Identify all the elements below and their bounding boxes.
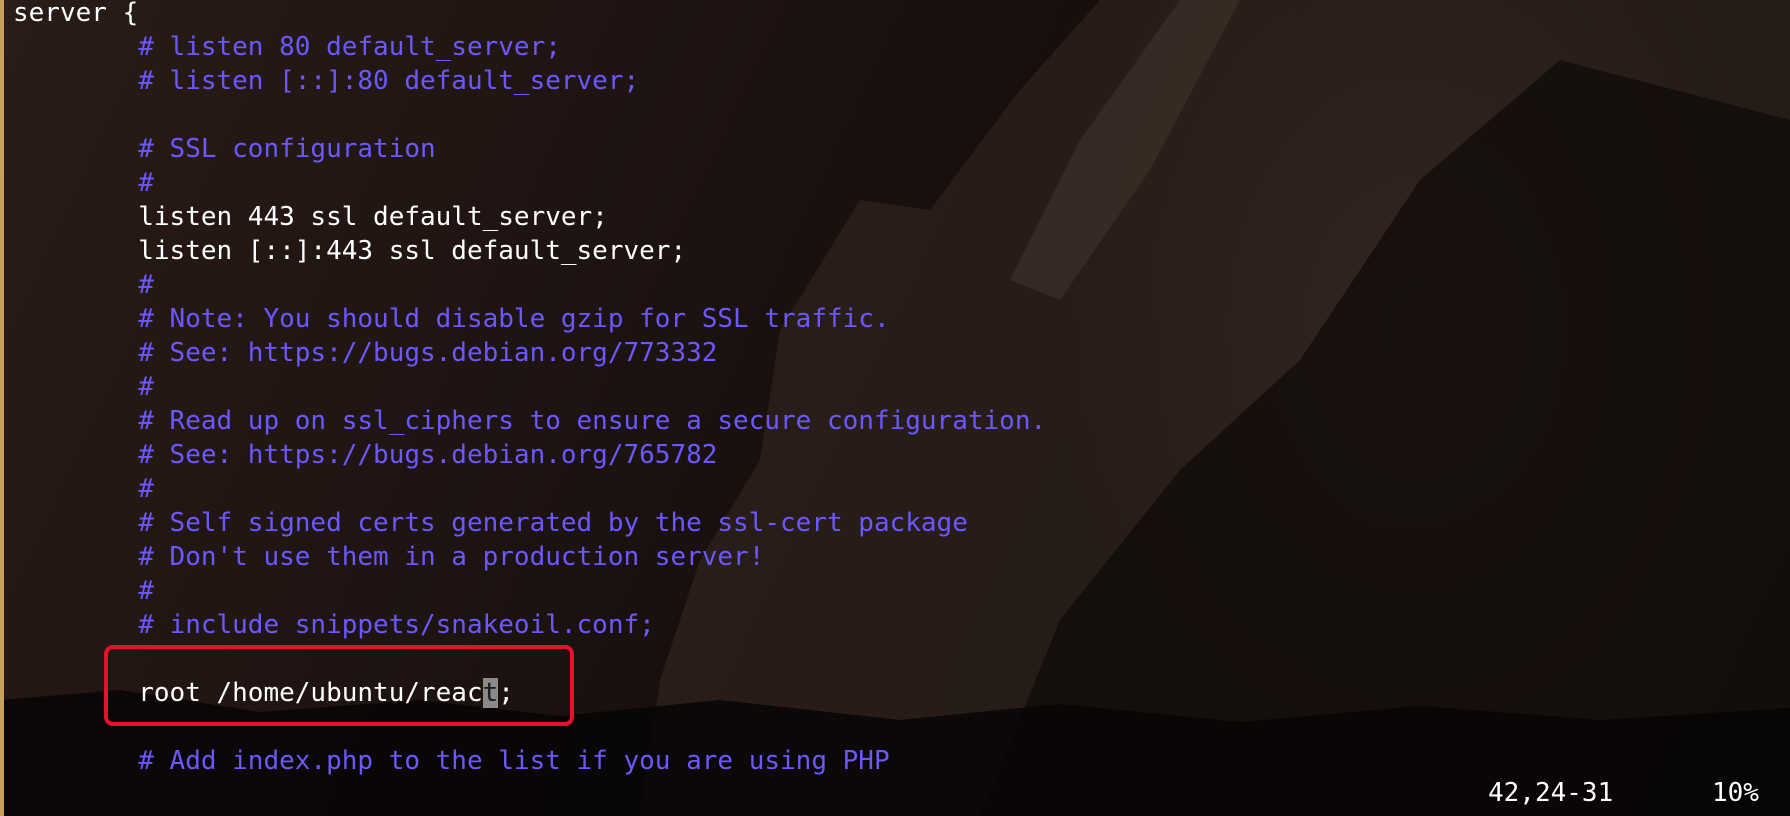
comment-line[interactable]: #: [13, 268, 1046, 302]
cursor-position-indicator: 42,24-31: [1488, 778, 1614, 808]
comment-line[interactable]: #: [13, 370, 1046, 404]
line-text: listen 443 ssl default_server;: [138, 202, 608, 232]
line-text: # See: https://bugs.debian.org/773332: [138, 338, 718, 368]
line-text: #: [138, 168, 154, 198]
code-line[interactable]: listen 443 ssl default_server;: [13, 200, 1046, 234]
line-text: listen [::]:443 ssl default_server;: [138, 236, 687, 266]
line-text: #: [138, 372, 154, 402]
comment-line[interactable]: #: [13, 472, 1046, 506]
scroll-percent-indicator: 10%: [1712, 778, 1759, 808]
comment-line[interactable]: # See: https://bugs.debian.org/765782: [13, 438, 1046, 472]
window-frame-edge: [0, 0, 4, 816]
line-text: # Self signed certs generated by the ssl…: [138, 508, 968, 538]
line-text: # Note: You should disable gzip for SSL …: [138, 304, 890, 334]
line-text: server {: [13, 0, 139, 28]
comment-line[interactable]: #: [13, 574, 1046, 608]
highlight-annotation-box: [104, 645, 574, 726]
line-text: # Read up on ssl_ciphers to ensure a sec…: [138, 406, 1047, 436]
line-text: #: [138, 270, 154, 300]
comment-line[interactable]: # See: https://bugs.debian.org/773332: [13, 336, 1046, 370]
comment-line[interactable]: # listen [::]:80 default_server;: [13, 64, 1046, 98]
comment-line[interactable]: # SSL configuration: [13, 132, 1046, 166]
code-line[interactable]: server {: [13, 0, 1046, 30]
code-line[interactable]: listen [::]:443 ssl default_server;: [13, 234, 1046, 268]
comment-line[interactable]: # Read up on ssl_ciphers to ensure a sec…: [13, 404, 1046, 438]
line-text: # listen 80 default_server;: [138, 32, 561, 62]
line-text: #: [138, 576, 154, 606]
line-text: # listen [::]:80 default_server;: [138, 66, 640, 96]
comment-line[interactable]: # include snippets/snakeoil.conf;: [13, 608, 1046, 642]
line-text: # Don't use them in a production server!: [138, 542, 765, 572]
terminal-window[interactable]: server { # listen 80 default_server; # l…: [0, 0, 1790, 816]
line-text: # See: https://bugs.debian.org/765782: [138, 440, 718, 470]
line-text: # include snippets/snakeoil.conf;: [138, 610, 655, 640]
comment-line[interactable]: # Don't use them in a production server!: [13, 540, 1046, 574]
comment-line[interactable]: # listen 80 default_server;: [13, 30, 1046, 64]
comment-line[interactable]: # Add index.php to the list if you are u…: [13, 744, 1046, 778]
line-text: #: [138, 474, 154, 504]
comment-line[interactable]: # Note: You should disable gzip for SSL …: [13, 302, 1046, 336]
blank-line[interactable]: [13, 98, 1046, 132]
comment-line[interactable]: # Self signed certs generated by the ssl…: [13, 506, 1046, 540]
line-text: # SSL configuration: [138, 134, 436, 164]
comment-line[interactable]: #: [13, 166, 1046, 200]
line-text: # Add index.php to the list if you are u…: [138, 746, 890, 776]
